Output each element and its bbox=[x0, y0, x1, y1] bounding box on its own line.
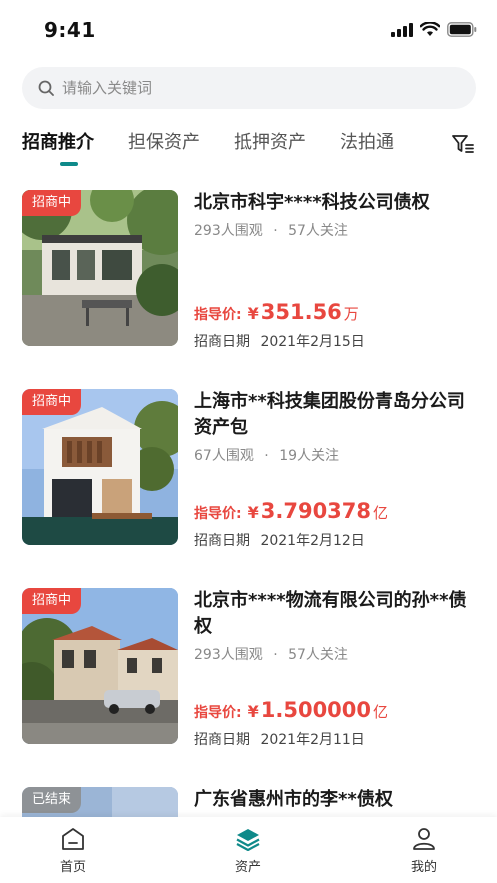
tab-investment-promotion[interactable]: 招商推介 bbox=[22, 128, 94, 154]
list-item[interactable]: 已结束 广东省惠州市的李**债权 bbox=[22, 787, 476, 817]
status-icons bbox=[391, 22, 477, 37]
listing-photo: 招商中 bbox=[22, 190, 178, 346]
listing-date: 招商日期 2021年2月15日 bbox=[194, 331, 365, 351]
listing-photo: 已结束 bbox=[22, 787, 178, 817]
follow-count: 57人关注 bbox=[288, 223, 348, 239]
listing-title: 北京市****物流有限公司的孙**债权 bbox=[194, 590, 467, 637]
tabbar-profile[interactable]: 我的 bbox=[384, 827, 464, 875]
meta-separator: · bbox=[264, 448, 269, 464]
date-label: 招商日期 bbox=[194, 533, 250, 549]
status-badge: 已结束 bbox=[22, 787, 82, 813]
meta-separator: · bbox=[273, 223, 278, 239]
signal-icon bbox=[391, 22, 413, 37]
tabbar-label: 我的 bbox=[410, 860, 437, 875]
view-count: 293人围观 bbox=[194, 647, 263, 663]
view-count: 67人围观 bbox=[194, 448, 254, 464]
listing-date: 招商日期 2021年2月12日 bbox=[194, 530, 365, 550]
status-badge: 招商中 bbox=[22, 389, 82, 415]
price-row: 指导价: ¥ 1.500000 亿 bbox=[194, 698, 388, 722]
wifi-icon bbox=[420, 22, 440, 36]
price-value: 1.500000 bbox=[260, 698, 372, 722]
list-item[interactable]: 招商中 北京市科宇****科技公司债权 293人围观 · 57人关注 指导价: … bbox=[22, 190, 476, 350]
search-icon bbox=[38, 80, 54, 96]
tabbar-home[interactable]: 首页 bbox=[33, 827, 113, 875]
tab-guaranteed-assets[interactable]: 担保资产 bbox=[128, 128, 200, 154]
date-value: 2021年2月15日 bbox=[260, 334, 365, 350]
date-label: 招商日期 bbox=[194, 732, 250, 748]
date-label: 招商日期 bbox=[194, 334, 250, 350]
tab-mortgage-assets[interactable]: 抵押资产 bbox=[234, 128, 306, 154]
active-tab-indicator bbox=[60, 162, 78, 166]
price-unit: 亿 bbox=[373, 504, 389, 522]
date-value: 2021年2月12日 bbox=[260, 533, 365, 549]
user-icon bbox=[413, 828, 435, 850]
search-input[interactable] bbox=[62, 79, 442, 97]
status-time: 9:41 bbox=[44, 18, 96, 42]
listing-title: 上海市**科技集团股份青岛分公司资产包 bbox=[194, 391, 465, 438]
price-label: 指导价: bbox=[194, 506, 242, 522]
listing-date: 招商日期 2021年2月11日 bbox=[194, 729, 365, 749]
filter-icon[interactable] bbox=[451, 132, 475, 156]
layers-icon bbox=[236, 829, 260, 851]
listing-stats: 293人围观 · 57人关注 bbox=[194, 644, 348, 664]
price-value: 351.56 bbox=[260, 300, 342, 324]
currency-symbol: ¥ bbox=[247, 702, 259, 721]
search-bar[interactable] bbox=[22, 67, 476, 109]
listing-photo: 招商中 bbox=[22, 389, 178, 545]
price-label: 指导价: bbox=[194, 307, 242, 323]
listing-stats: 67人围观 · 19人关注 bbox=[194, 445, 339, 465]
price-unit: 万 bbox=[343, 305, 359, 323]
tabbar-label: 资产 bbox=[234, 860, 261, 875]
status-badge: 招商中 bbox=[22, 190, 82, 216]
price-row: 指导价: ¥ 351.56 万 bbox=[194, 300, 359, 324]
list-item[interactable]: 招商中 北京市****物流有限公司的孙**债权 293人围观 · 57人关注 指… bbox=[22, 588, 476, 748]
price-row: 指导价: ¥ 3.790378 亿 bbox=[194, 499, 388, 523]
meta-separator: · bbox=[273, 647, 278, 663]
list-item[interactable]: 招商中 上海市**科技集团股份青岛分公司资产包 67人围观 · 19人关注 指导… bbox=[22, 389, 476, 549]
status-badge: 招商中 bbox=[22, 588, 82, 614]
tabbar-assets[interactable]: 资产 bbox=[208, 827, 288, 875]
date-value: 2021年2月11日 bbox=[260, 732, 365, 748]
follow-count: 19人关注 bbox=[279, 448, 340, 464]
price-unit: 亿 bbox=[373, 703, 389, 721]
price-value: 3.790378 bbox=[260, 499, 372, 523]
battery-icon bbox=[447, 22, 477, 37]
listing-title: 北京市科宇****科技公司债权 bbox=[194, 192, 430, 213]
price-label: 指导价: bbox=[194, 705, 242, 721]
bottom-tab-bar: 首页 资产 我的 bbox=[0, 817, 497, 883]
status-bar: 9:41 bbox=[0, 0, 497, 58]
view-count: 293人围观 bbox=[194, 223, 263, 239]
tabbar-label: 首页 bbox=[59, 860, 86, 875]
currency-symbol: ¥ bbox=[247, 304, 259, 323]
listing-stats: 293人围观 · 57人关注 bbox=[194, 220, 348, 240]
tab-judicial-auction[interactable]: 法拍通 bbox=[340, 128, 394, 154]
follow-count: 57人关注 bbox=[288, 647, 348, 663]
currency-symbol: ¥ bbox=[247, 503, 259, 522]
home-icon bbox=[62, 828, 84, 850]
listing-photo: 招商中 bbox=[22, 588, 178, 744]
listing-title: 广东省惠州市的李**债权 bbox=[194, 789, 393, 810]
